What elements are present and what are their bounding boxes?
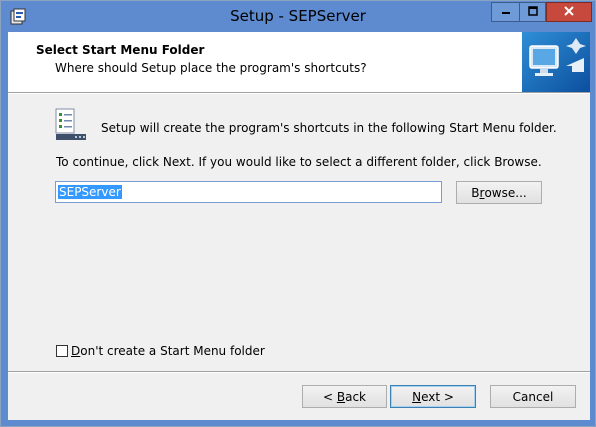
footer-separator-highlight bbox=[8, 372, 590, 373]
back-label-post: ack bbox=[345, 389, 366, 404]
cancel-label: Cancel bbox=[512, 389, 554, 404]
folder-input-value: SEPServer bbox=[58, 185, 122, 199]
wizard-header: Select Start Menu Folder Where should Se… bbox=[8, 32, 590, 92]
cancel-button[interactable]: Cancel bbox=[490, 385, 576, 408]
no-start-menu-folder-option[interactable]: Don't create a Start Menu folder bbox=[56, 344, 265, 358]
close-button[interactable] bbox=[546, 2, 592, 22]
header-separator-highlight bbox=[8, 93, 590, 94]
computer-shortcut-icon bbox=[522, 32, 590, 92]
browse-label-pre: B bbox=[471, 185, 480, 200]
next-button[interactable]: Next > bbox=[390, 385, 476, 408]
continue-instructions: To continue, click Next. If you would li… bbox=[56, 155, 542, 169]
checkbox-label-mnemonic: D bbox=[71, 344, 81, 358]
minimize-icon bbox=[501, 5, 511, 19]
maximize-icon bbox=[527, 5, 538, 19]
close-icon bbox=[563, 5, 575, 20]
back-button[interactable]: < Back bbox=[302, 385, 387, 408]
title-bar[interactable]: Setup - SEPServer bbox=[1, 1, 595, 32]
dialog-client-area: Select Start Menu Folder Where should Se… bbox=[8, 32, 590, 420]
minimize-button[interactable] bbox=[491, 2, 519, 22]
no-start-menu-folder-checkbox[interactable] bbox=[56, 345, 68, 357]
next-label-mnemonic: N bbox=[412, 389, 422, 404]
start-menu-folder-icon bbox=[54, 108, 88, 142]
header-subtitle: Where should Setup place the program's s… bbox=[55, 61, 367, 75]
maximize-button[interactable] bbox=[519, 2, 546, 22]
back-label-mnemonic: B bbox=[336, 389, 346, 404]
browse-button[interactable]: Br owse... bbox=[456, 181, 542, 204]
next-label-post: ext > bbox=[421, 389, 454, 404]
info-text: Setup will create the program's shortcut… bbox=[101, 121, 557, 135]
browse-label-post: owse... bbox=[484, 185, 527, 200]
start-menu-folder-input[interactable]: SEPServer bbox=[55, 181, 442, 203]
header-title: Select Start Menu Folder bbox=[36, 43, 205, 57]
setup-window: Setup - SEPServer Select Start Menu Fold… bbox=[0, 0, 596, 427]
checkbox-label: on't create a Start Menu folder bbox=[80, 344, 265, 358]
back-label-pre: < bbox=[322, 389, 337, 404]
